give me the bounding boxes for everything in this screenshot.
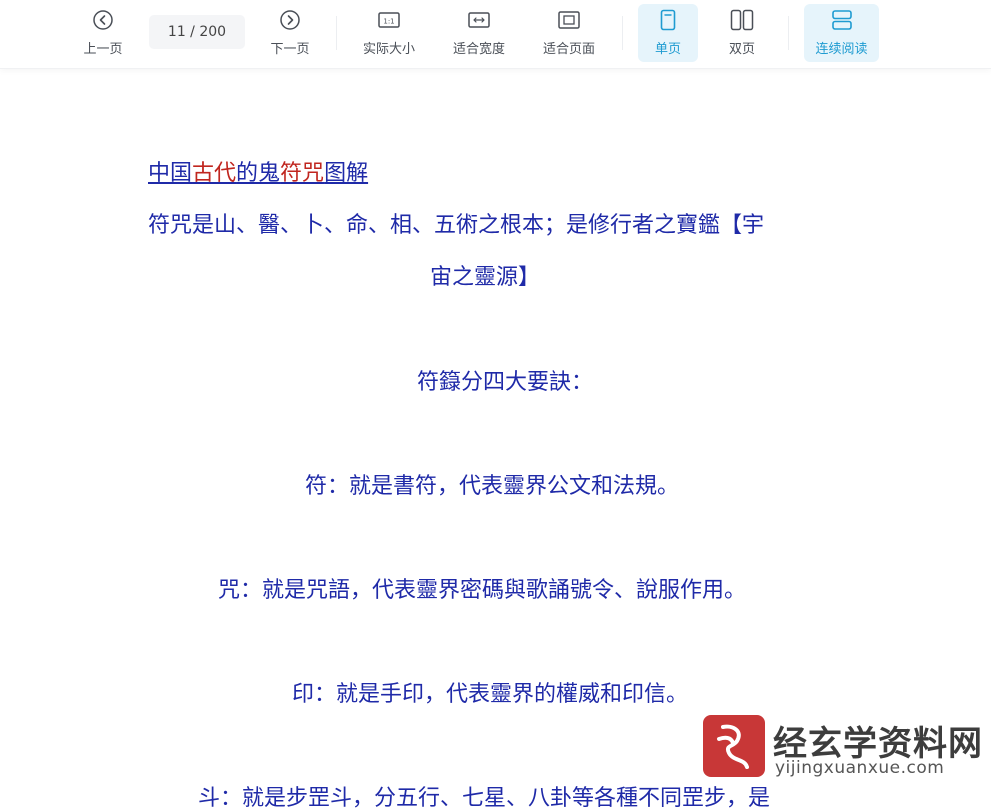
double-page-icon — [730, 8, 754, 32]
paragraph-line: 符咒是山、醫、卜、命、相、五術之根本；是修行者之寶鑑【宇 — [148, 213, 765, 238]
next-page-button[interactable]: 下一页 — [259, 4, 321, 62]
paragraph-line: 咒：就是咒語，代表靈界密碼與歌誦號令、說服作用。 — [218, 578, 747, 603]
single-page-icon — [656, 8, 680, 32]
continuous-scroll-icon — [830, 8, 854, 32]
document-title: 中国古代的鬼符咒图解 — [148, 155, 368, 187]
toolbar-divider — [622, 16, 623, 50]
document-page: 中国古代的鬼符咒图解 符咒是山、醫、卜、命、相、五術之根本；是修行者之寶鑑【宇 … — [0, 69, 991, 811]
paragraph-line: 符：就是書符，代表靈界公文和法規。 — [305, 474, 680, 499]
fit-width-icon — [467, 8, 491, 32]
single-page-button[interactable]: 单页 — [638, 4, 698, 62]
page-current: 11 — [167, 24, 186, 40]
paragraph-line: 斗：就是步罡斗，分五行、七星、八卦等各種不同罡步，是 — [198, 786, 771, 811]
paragraph-line: 印：就是手印，代表靈界的權威和印信。 — [292, 682, 689, 707]
actual-size-button[interactable]: 1:1 实际大小 — [354, 4, 424, 62]
page-number-input[interactable]: 11 / 200 — [149, 15, 245, 49]
watermark-logo-icon — [703, 715, 765, 777]
continuous-reading-button[interactable]: 连续阅读 — [804, 4, 879, 62]
toolbar-divider — [336, 16, 337, 50]
toolbar-divider — [788, 16, 789, 50]
fit-page-label: 适合页面 — [542, 42, 595, 57]
title-highlight: 符咒 — [280, 161, 325, 186]
title-highlight: 古代 — [192, 161, 237, 186]
svg-text:1:1: 1:1 — [383, 18, 394, 26]
fit-width-button[interactable]: 适合宽度 — [444, 4, 514, 62]
viewer-toolbar: 上一页 11 / 200 下一页 1:1 实际大小 适合宽度 适合页面 单页 双… — [0, 0, 991, 69]
page-total: 200 — [199, 24, 227, 40]
actual-size-label: 实际大小 — [362, 42, 415, 57]
page-separator: / — [185, 24, 200, 40]
double-page-label: 双页 — [728, 42, 755, 57]
fit-page-icon — [557, 8, 581, 32]
fit-page-button[interactable]: 适合页面 — [534, 4, 604, 62]
watermark-url: yijingxuanxue.com — [775, 758, 945, 778]
title-part: 图解 — [324, 161, 369, 186]
prev-page-label: 上一页 — [83, 42, 123, 57]
paragraph-line: 符籙分四大要訣： — [417, 370, 594, 395]
single-page-label: 单页 — [654, 42, 681, 57]
chevron-right-circle-icon — [278, 8, 302, 32]
paragraph-line: 宙之靈源】 — [430, 265, 541, 290]
double-page-button[interactable]: 双页 — [712, 4, 772, 62]
fit-width-label: 适合宽度 — [452, 42, 505, 57]
chevron-left-circle-icon — [91, 8, 115, 32]
next-page-label: 下一页 — [270, 42, 310, 57]
title-part: 中国 — [148, 161, 193, 186]
prev-page-button[interactable]: 上一页 — [72, 4, 134, 62]
continuous-reading-label: 连续阅读 — [815, 42, 868, 57]
actual-size-icon: 1:1 — [377, 8, 401, 32]
title-part: 的鬼 — [236, 161, 281, 186]
